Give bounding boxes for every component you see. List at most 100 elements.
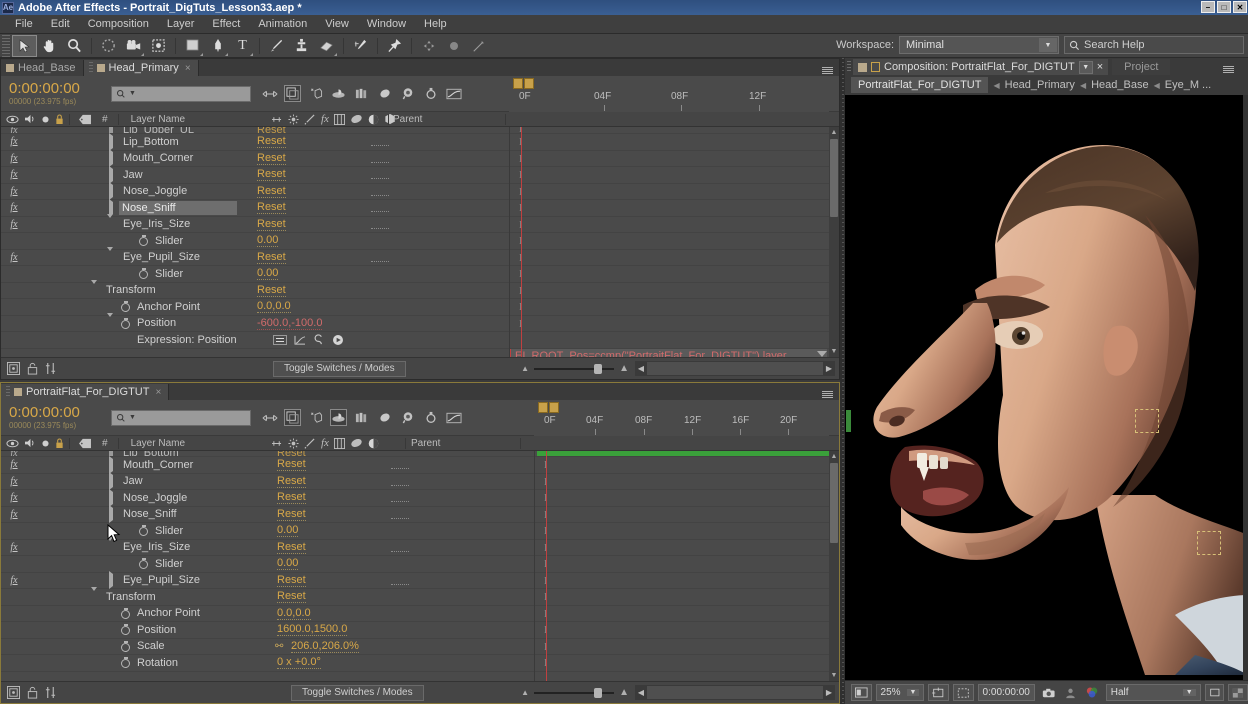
panel-menu-icon[interactable] [1223,66,1234,73]
lock-icon[interactable] [871,62,880,72]
scroll-thumb[interactable] [830,463,838,543]
fx-icon[interactable]: fx [1,136,27,147]
solo-icon[interactable] [41,439,50,448]
adjustment-switch-icon[interactable] [368,114,379,125]
disclosure-triangle-icon[interactable] [109,571,113,590]
layer-value[interactable]: Reset [277,491,306,505]
menu-animation[interactable]: Animation [249,15,316,34]
effects-switch-icon[interactable] [288,113,299,125]
track-row[interactable]: I [535,655,829,672]
hand-tool-icon[interactable] [37,35,62,57]
timeline-top-vscrollbar[interactable]: ▲ ▼ [829,127,839,357]
fx-switch-icon[interactable]: fx [321,437,329,449]
track-row[interactable]: I [535,540,829,556]
quality-switch-icon[interactable] [350,438,363,448]
audio-icon[interactable] [24,114,36,124]
toggle-transparency-grid-icon[interactable] [851,684,872,701]
layer-value[interactable]: 1600.0,1500.0 [277,623,348,637]
toolbar-grip[interactable] [2,34,10,57]
menu-view[interactable]: View [316,15,358,34]
resolution-select[interactable]: Half ▼ [1105,684,1201,701]
timeline-ruler-top[interactable]: 0F 04F 08F 12F [509,76,829,112]
pan-behind-tool-icon[interactable] [146,35,171,57]
disclosure-triangle-icon[interactable] [109,505,113,524]
scroll-up-icon[interactable]: ▲ [830,128,838,137]
expression-menu-icon[interactable] [273,334,287,345]
disclosure-triangle-icon[interactable] [109,455,113,474]
shy-switch-icon[interactable] [271,115,283,124]
resolution-region-icon[interactable] [928,684,950,701]
layer-value[interactable]: Reset [257,201,286,215]
lock-icon[interactable] [55,437,64,449]
layer-value[interactable]: Reset [277,541,306,554]
disclosure-triangle-icon[interactable] [109,182,113,201]
disclosure-triangle-open-icon[interactable] [91,280,97,297]
layer-value[interactable]: -600.0,-100.0 [257,317,323,330]
track-row[interactable]: I [510,217,829,233]
layer-value[interactable]: 0.00 [257,267,279,281]
stopwatch-icon[interactable] [121,640,130,652]
channel-rgb-icon[interactable] [1083,684,1102,701]
new-3d-layer-icon[interactable] [307,409,324,426]
disclosure-triangle-icon[interactable] [109,472,113,491]
layer-value[interactable]: Reset [277,574,306,587]
frame-blend-icon[interactable] [353,409,370,426]
frame-blend-switch-icon[interactable] [333,113,345,125]
fx-icon[interactable]: fx [1,153,27,164]
label-color-icon[interactable] [78,114,92,125]
close-icon[interactable]: × [1097,61,1103,73]
fx-switch-icon[interactable]: fx [321,113,329,125]
toggle-switches-modes-button-top[interactable]: Toggle Switches / Modes [273,360,406,377]
fx-icon[interactable]: fx [1,202,27,213]
draft-3d-icon[interactable] [284,409,301,426]
solo-icon[interactable] [41,115,50,124]
scroll-left-icon[interactable]: ◀ [635,686,647,699]
show-snapshot-icon[interactable] [1062,684,1079,701]
current-time-indicator-top[interactable] [521,127,522,357]
track-row[interactable]: I [535,622,829,639]
graph-editor-icon[interactable] [445,85,462,102]
disclosure-triangle-open-icon[interactable] [107,247,113,264]
work-area-start-icon[interactable] [538,401,548,413]
timeline-top-tracks[interactable]: I I I I I I I I I I I I I [509,127,829,357]
frame-blend-switch-icon[interactable] [333,437,345,449]
stopwatch-icon[interactable] [121,624,130,635]
adjustment-switch-icon[interactable] [368,438,379,449]
timeline-zoom-slider-bottom[interactable]: ▲ ▲ [521,687,629,698]
scroll-left-icon[interactable]: ◀ [635,362,647,375]
fx-icon[interactable]: fx [1,459,27,470]
close-icon[interactable]: × [185,63,191,74]
transfer-controls-icon[interactable] [45,362,56,375]
new-3d-layer-icon[interactable] [307,85,324,102]
type-tool-icon[interactable]: T [230,35,255,57]
selection-box-ear[interactable] [1135,409,1159,433]
layer-anchor-handle[interactable] [846,410,851,432]
layer-value[interactable]: 0.0,0.0 [257,300,291,314]
track-row[interactable]: I [535,507,829,523]
menu-help[interactable]: Help [415,15,456,34]
track-row[interactable]: I [510,283,829,299]
menu-composition[interactable]: Composition [79,15,158,34]
disclosure-triangle-icon[interactable] [109,165,113,184]
track-row[interactable]: I [510,151,829,167]
timeline-bottom-hscrollbar[interactable]: ◀ ▶ [635,685,835,700]
timeline-ruler-bottom[interactable]: 0F 04F 08F 12F 16F 20F [534,400,829,436]
track-row[interactable]: I [510,167,829,184]
fx-icon[interactable]: fx [1,492,27,503]
audio-icon[interactable] [24,438,36,448]
tab-composition[interactable]: Composition: PortraitFlat_For_DIGTUT ▼ × [853,59,1109,75]
work-area-start-icon[interactable] [513,77,523,89]
comp-flowchart-icon[interactable] [7,686,20,699]
close-icon[interactable]: × [155,387,161,398]
region-of-interest-icon[interactable] [953,684,974,701]
timeline-bottom-vscrollbar[interactable]: ▲ ▼ [829,451,839,681]
pick-whip-icon[interactable] [313,334,325,346]
track-row[interactable]: I [510,233,829,250]
fx-icon[interactable]: fx [1,219,27,230]
clone-stamp-tool-icon[interactable] [289,35,314,57]
shy-layers-icon[interactable] [376,85,393,102]
menu-edit[interactable]: Edit [42,15,79,34]
brainstorm-icon[interactable] [399,85,416,102]
rotation-tool-icon[interactable] [96,35,121,57]
disclosure-triangle-icon[interactable] [109,149,113,168]
